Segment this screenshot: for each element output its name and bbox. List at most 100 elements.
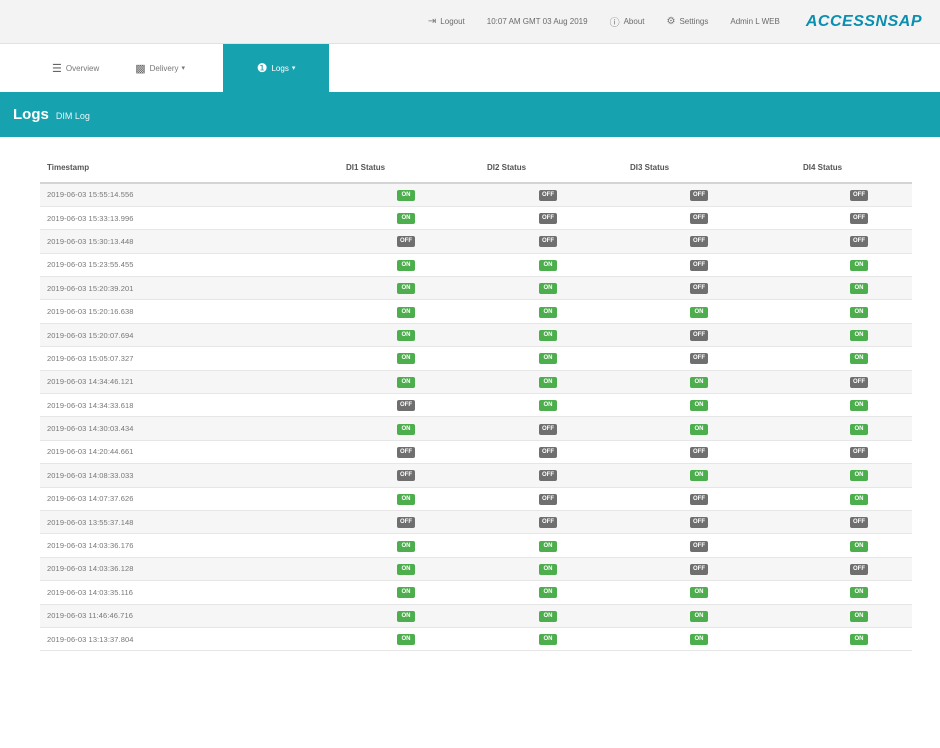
table-row: 2019-06-03 13:13:37.804 ON ON ON ON (40, 627, 912, 652)
di2-status-cell: ON (453, 580, 606, 605)
di4-status-cell: ON (759, 253, 912, 278)
di1-status-cell: ON (300, 627, 453, 652)
di4-status-cell: ON (759, 299, 912, 324)
status-badge: ON (397, 283, 415, 295)
di4-status-cell: ON (759, 627, 912, 652)
di1-status-cell: ON (300, 299, 453, 324)
status-badge: OFF (850, 446, 868, 458)
tab-logs[interactable]: ❶ Logs ▾ (223, 44, 330, 92)
timestamp-cell: 2019-06-03 13:13:37.804 (40, 627, 300, 652)
di3-status-cell: OFF (606, 346, 759, 371)
di4-status-cell: ON (759, 393, 912, 418)
timestamp-cell: 2019-06-03 14:03:35.116 (40, 580, 300, 605)
page-title: Logs (13, 106, 49, 123)
di1-status-cell: ON (300, 323, 453, 348)
di3-status-cell: ON (606, 604, 759, 628)
status-badge: OFF (850, 213, 868, 225)
status-badge: OFF (690, 330, 708, 342)
table-row: 2019-06-03 11:46:46.716 ON ON ON ON (40, 604, 912, 628)
status-badge: ON (850, 400, 868, 412)
di4-status-cell: OFF (759, 557, 912, 582)
table-row: 2019-06-03 14:03:36.128 ON ON OFF OFF (40, 557, 912, 582)
about-link[interactable]: ⓘ About (610, 14, 645, 29)
timestamp-cell: 2019-06-03 14:20:44.661 (40, 440, 300, 465)
di2-status-cell: ON (453, 627, 606, 652)
col-di3-status[interactable]: DI3 Status (606, 153, 759, 184)
status-badge: OFF (539, 446, 557, 458)
tab-overview[interactable]: ☰ Overview (34, 44, 117, 92)
status-badge: ON (850, 470, 868, 482)
di2-status-cell: ON (453, 323, 606, 348)
di3-status-cell: ON (606, 299, 759, 324)
di3-status-cell: OFF (606, 440, 759, 465)
table-row: 2019-06-03 15:33:13.996 ON OFF OFF OFF (40, 206, 912, 231)
status-badge: ON (850, 587, 868, 599)
status-badge: OFF (690, 213, 708, 225)
status-badge: OFF (539, 493, 557, 505)
col-di1-status[interactable]: DI1 Status (300, 153, 453, 184)
tab-delivery[interactable]: ▩ Delivery ▾ (117, 44, 203, 92)
logout-link[interactable]: ⇥ Logout (428, 16, 465, 27)
status-badge: ON (397, 189, 415, 201)
status-badge: OFF (850, 236, 868, 248)
status-badge: OFF (397, 446, 415, 458)
status-badge: ON (690, 400, 708, 412)
di3-status-cell: OFF (606, 510, 759, 535)
di4-status-cell: OFF (759, 440, 912, 465)
di3-status-cell: OFF (606, 323, 759, 348)
status-badge: ON (690, 610, 708, 622)
di1-status-cell: ON (300, 533, 453, 558)
status-badge: OFF (539, 470, 557, 482)
user-name[interactable]: Admin L WEB (730, 17, 780, 26)
di4-status-cell: ON (759, 463, 912, 488)
di2-status-cell: OFF (453, 183, 606, 207)
di4-status-cell: OFF (759, 370, 912, 395)
di3-status-cell: OFF (606, 533, 759, 558)
status-badge: ON (539, 540, 557, 552)
di4-status-cell: ON (759, 580, 912, 605)
di2-status-cell: ON (453, 533, 606, 558)
timestamp-cell: 2019-06-03 14:03:36.176 (40, 533, 300, 558)
tab-overview-label: Overview (65, 63, 100, 73)
logout-icon: ⇥ (427, 16, 437, 27)
di4-status-cell: ON (759, 323, 912, 348)
status-badge: ON (397, 306, 415, 318)
status-badge: ON (397, 563, 415, 575)
settings-link[interactable]: ⚙ Settings (666, 16, 708, 27)
col-di2-status[interactable]: DI2 Status (453, 153, 606, 184)
status-badge: ON (850, 493, 868, 505)
di2-status-cell: ON (453, 557, 606, 582)
col-di4-status[interactable]: DI4 Status (759, 153, 912, 184)
status-badge: ON (397, 634, 415, 646)
datetime-display: 10:07 AM GMT 03 Aug 2019 (487, 17, 588, 26)
status-badge: ON (690, 587, 708, 599)
di3-status-cell: ON (606, 627, 759, 652)
di2-status-cell: ON (453, 346, 606, 371)
di2-status-cell: OFF (453, 206, 606, 231)
di1-status-cell: OFF (300, 463, 453, 488)
di1-status-cell: ON (300, 346, 453, 371)
status-badge: ON (397, 493, 415, 505)
di2-status-cell: ON (453, 393, 606, 418)
status-badge: ON (397, 213, 415, 225)
status-badge: ON (397, 610, 415, 622)
tab-logs-label: Logs (271, 63, 289, 73)
di3-status-cell: ON (606, 580, 759, 605)
status-badge: ON (850, 283, 868, 295)
timestamp-cell: 2019-06-03 14:34:33.618 (40, 393, 300, 418)
di2-status-cell: OFF (453, 416, 606, 441)
table-row: 2019-06-03 14:20:44.661 OFF OFF OFF OFF (40, 440, 912, 465)
timestamp-cell: 2019-06-03 14:07:37.626 (40, 487, 300, 511)
timestamp-cell: 2019-06-03 15:05:07.327 (40, 346, 300, 371)
status-badge: ON (539, 587, 557, 599)
table-row: 2019-06-03 15:20:16.638 ON ON ON ON (40, 299, 912, 324)
di2-status-cell: ON (453, 370, 606, 395)
col-timestamp[interactable]: Timestamp (40, 153, 300, 184)
status-badge: OFF (690, 517, 708, 529)
gear-icon: ⚙ (666, 16, 676, 27)
logs-table: Timestamp DI1 Status DI2 Status DI3 Stat… (40, 153, 912, 652)
bar-chart-icon: ▩ (135, 62, 146, 75)
tab-delivery-label: Delivery (149, 63, 179, 73)
timestamp-cell: 2019-06-03 14:03:36.128 (40, 557, 300, 582)
table-row: 2019-06-03 14:03:36.176 ON ON OFF ON (40, 533, 912, 558)
